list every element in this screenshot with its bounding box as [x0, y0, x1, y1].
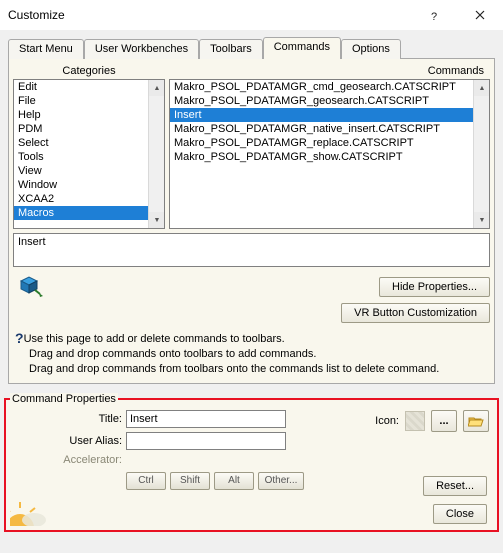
list-item[interactable]: Select	[14, 136, 164, 150]
categories-header: Categories	[13, 63, 165, 79]
list-item[interactable]: View	[14, 164, 164, 178]
titlebar: Customize ?	[0, 0, 503, 30]
chevron-up-icon[interactable]: ▲	[149, 80, 165, 96]
sun-icon	[10, 502, 50, 526]
list-item[interactable]: Tools	[14, 150, 164, 164]
chevron-down-icon[interactable]: ▼	[149, 212, 165, 228]
list-item[interactable]: Help	[14, 108, 164, 122]
scrollbar[interactable]: ▲ ▼	[148, 80, 164, 228]
window-title: Customize	[8, 8, 411, 22]
tip-line: Use this page to add or delete commands …	[24, 333, 285, 345]
list-item[interactable]: Makro_PSOL_PDATAMGR_replace.CATSCRIPT	[170, 136, 489, 150]
list-item[interactable]: File	[14, 94, 164, 108]
folder-open-icon	[468, 414, 484, 428]
group-legend: Command Properties	[10, 393, 118, 405]
list-item[interactable]: Makro_PSOL_PDATAMGR_native_insert.CATSCR…	[170, 122, 489, 136]
tab-toolbars[interactable]: Toolbars	[199, 39, 263, 59]
chevron-down-icon[interactable]: ▼	[474, 212, 490, 228]
open-folder-button[interactable]	[463, 410, 489, 432]
tab-options[interactable]: Options	[341, 39, 401, 59]
cube-icon	[17, 273, 43, 297]
commands-header: Commands	[165, 63, 490, 79]
scrollbar[interactable]: ▲ ▼	[473, 80, 489, 228]
list-item[interactable]: Makro_PSOL_PDATAMGR_geosearch.CATSCRIPT	[170, 94, 489, 108]
icon-preview	[405, 411, 425, 431]
tab-commands[interactable]: Commands	[263, 37, 341, 59]
alt-button[interactable]: Alt	[214, 472, 254, 490]
tab-user-workbenches[interactable]: User Workbenches	[84, 39, 199, 59]
other-button[interactable]: Other...	[258, 472, 304, 490]
hide-properties-button[interactable]: Hide Properties...	[379, 277, 490, 297]
chevron-up-icon[interactable]: ▲	[474, 80, 490, 96]
ellipsis-icon: ...	[439, 415, 448, 427]
tip-line: Drag and drop commands from toolbars ont…	[15, 362, 488, 377]
vr-customization-button[interactable]: VR Button Customization	[341, 303, 490, 323]
tip-text: ?Use this page to add or delete commands…	[13, 331, 490, 379]
list-item[interactable]: Edit	[14, 80, 164, 94]
list-item[interactable]: XCAA2	[14, 192, 164, 206]
alias-label: User Alias:	[18, 435, 126, 447]
close-button[interactable]: Close	[433, 504, 487, 524]
help-button[interactable]: ?	[411, 0, 457, 30]
tab-panel: Categories Commands Edit File Help PDM S…	[8, 58, 495, 384]
tip-line: Drag and drop commands onto toolbars to …	[15, 347, 488, 362]
question-icon: ?	[15, 330, 24, 346]
command-properties-group: Command Properties Title: User Alias: Ac…	[4, 398, 499, 532]
list-item[interactable]: Window	[14, 178, 164, 192]
shift-button[interactable]: Shift	[170, 472, 210, 490]
close-icon[interactable]	[457, 0, 503, 30]
list-item[interactable]: Insert	[170, 108, 489, 122]
alias-field[interactable]	[126, 432, 286, 450]
tab-start-menu[interactable]: Start Menu	[8, 39, 84, 59]
browse-icon-button[interactable]: ...	[431, 410, 457, 432]
list-item[interactable]: PDM	[14, 122, 164, 136]
accelerator-label: Accelerator:	[18, 454, 126, 466]
list-item[interactable]: Macros	[14, 206, 164, 220]
tabstrip: Start Menu User Workbenches Toolbars Com…	[8, 37, 495, 59]
title-field[interactable]	[126, 410, 286, 428]
categories-list[interactable]: Edit File Help PDM Select Tools View Win…	[13, 79, 165, 229]
title-label: Title:	[18, 413, 126, 425]
reset-button[interactable]: Reset...	[423, 476, 487, 496]
list-item[interactable]: Makro_PSOL_PDATAMGR_cmd_geosearch.CATSCR…	[170, 80, 489, 94]
icon-label: Icon:	[375, 415, 399, 427]
command-preview: Insert	[13, 233, 490, 267]
svg-text:?: ?	[431, 11, 437, 22]
ctrl-button[interactable]: Ctrl	[126, 472, 166, 490]
list-item[interactable]: Makro_PSOL_PDATAMGR_show.CATSCRIPT	[170, 150, 489, 164]
commands-list[interactable]: Makro_PSOL_PDATAMGR_cmd_geosearch.CATSCR…	[169, 79, 490, 229]
